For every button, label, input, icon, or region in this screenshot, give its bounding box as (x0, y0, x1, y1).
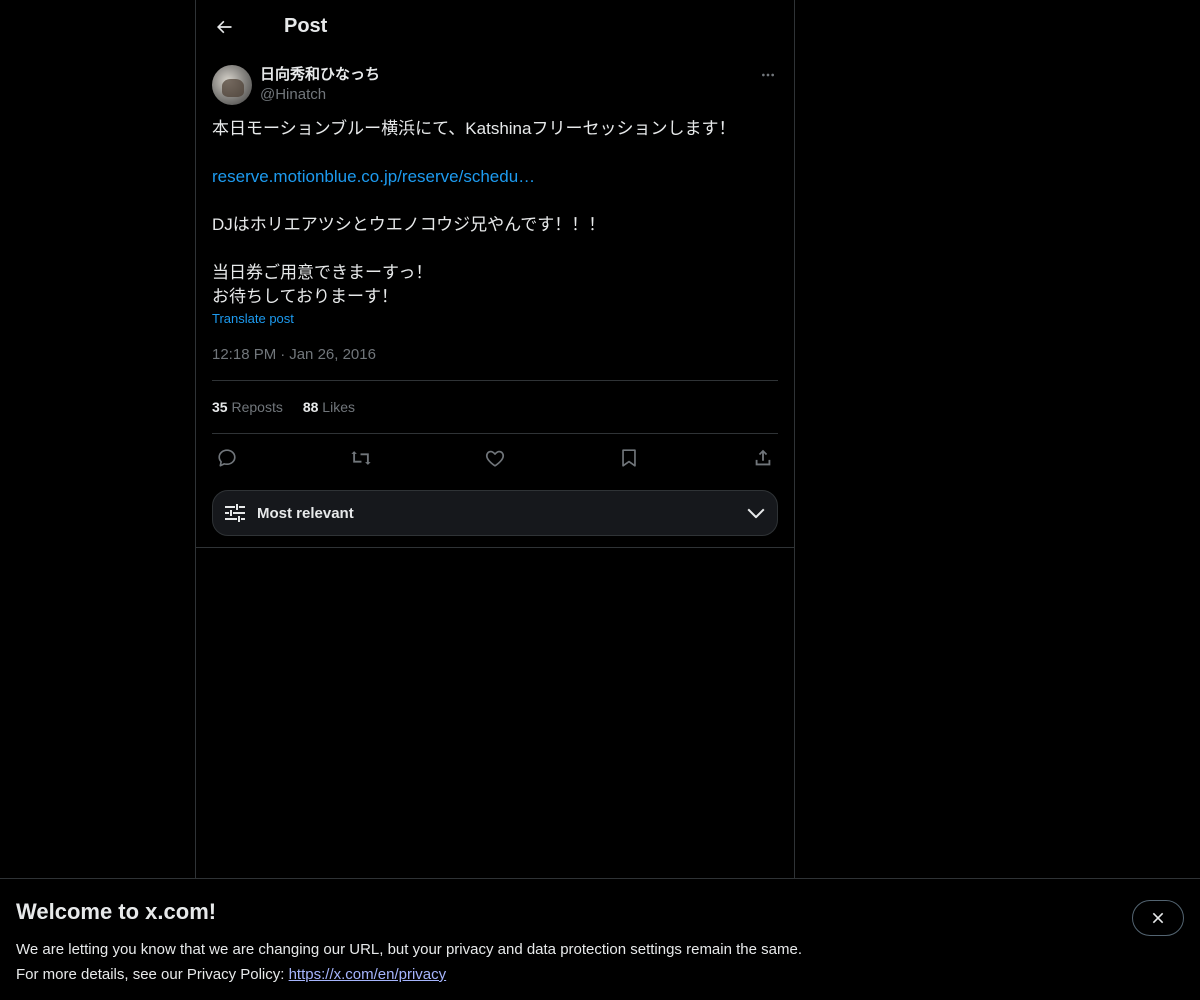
avatar[interactable] (212, 65, 252, 105)
post-date[interactable]: Jan 26, 2016 (289, 346, 376, 363)
meta-separator: · (280, 345, 286, 363)
post-time[interactable]: 12:18 PM (212, 346, 276, 363)
more-button[interactable] (758, 65, 778, 85)
banner-text: We are letting you know that we are chan… (16, 937, 1184, 987)
action-bar (212, 434, 778, 482)
privacy-policy-link[interactable]: https://x.com/en/privacy (289, 966, 447, 983)
post-text-line: 本日モーションブルー横浜にて、Katshinaフリーセッションします！ (212, 119, 736, 138)
user-handle[interactable]: @Hinatch (260, 85, 380, 105)
more-horizontal-icon (762, 73, 774, 77)
page-title: Post (284, 15, 328, 37)
author-row: 日向秀和ひなっち @Hinatch (212, 65, 778, 105)
post-link[interactable]: reserve.motionblue.co.jp/reserve/schedu… (212, 167, 535, 186)
likes-stat[interactable]: 88 Likes (303, 399, 355, 415)
main-column: Post 日向秀和ひなっち @Hinatch 本日モーションブルー横浜にて、Ka… (195, 0, 795, 878)
post-text-line: DJはホリエアツシとウエノコウジ兄やんです！！！ (212, 215, 606, 234)
reply-button[interactable] (216, 447, 238, 469)
url-change-banner: Welcome to x.com! We are letting you kno… (0, 878, 1200, 1000)
post-text-blank (212, 189, 778, 213)
likes-count: 88 (302, 399, 319, 415)
divider (196, 547, 794, 548)
post-text: 本日モーションブルー横浜にて、Katshinaフリーセッションします！ rese… (212, 117, 778, 309)
post-stats: 35 Reposts 88 Likes (212, 381, 778, 433)
sort-label: Most relevant (257, 504, 354, 522)
post-text-blank (212, 237, 778, 261)
arrow-left-icon (217, 20, 232, 33)
sort-replies-dropdown[interactable]: Most relevant (212, 490, 778, 536)
heart-icon (485, 450, 505, 467)
banner-line-prefix: For more details, see our Privacy Policy… (16, 966, 289, 983)
author-names: 日向秀和ひなっち @Hinatch (260, 65, 380, 105)
share-icon (755, 449, 771, 466)
display-name[interactable]: 日向秀和ひなっち (260, 65, 380, 85)
banner-line: We are letting you know that we are chan… (16, 941, 802, 958)
post-text-line: 当日券ご用意できまーすっ！ (212, 263, 433, 282)
reposts-label: Reposts (231, 399, 283, 415)
header: Post (196, 0, 794, 53)
reply-icon (218, 449, 236, 467)
bookmark-icon (622, 449, 636, 467)
post-meta: 12:18 PM · Jan 26, 2016 (212, 344, 778, 364)
banner-line: For more details, see our Privacy Policy… (16, 962, 1184, 987)
close-banner-button[interactable] (1132, 900, 1184, 936)
post-text-line: お待ちしておりまーす！ (212, 287, 398, 306)
translate-post-link[interactable]: Translate post (212, 311, 294, 326)
banner-title: Welcome to x.com! (16, 899, 217, 924)
reposts-stat[interactable]: 35 Reposts (212, 399, 283, 415)
like-button[interactable] (484, 447, 506, 469)
repost-icon (351, 451, 371, 465)
repost-button[interactable] (350, 447, 372, 469)
sliders-icon (225, 504, 245, 522)
bookmark-button[interactable] (618, 447, 640, 469)
post-text-blank (212, 141, 778, 165)
post: 日向秀和ひなっち @Hinatch 本日モーションブルー横浜にて、Katshin… (196, 65, 794, 536)
share-button[interactable] (752, 447, 774, 469)
chevron-down-icon (747, 508, 765, 519)
likes-label: Likes (322, 399, 355, 415)
close-icon (1152, 912, 1164, 924)
reposts-count: 35 (212, 399, 228, 415)
back-button[interactable] (212, 15, 236, 39)
